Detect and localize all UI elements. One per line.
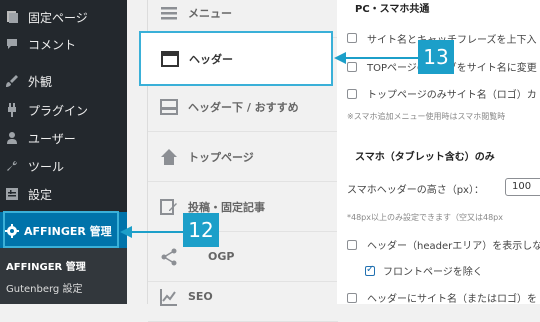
sidebar-item-users[interactable]: ユーザー: [0, 125, 127, 151]
tab-label: メニュー: [188, 6, 232, 20]
checkbox-front-exclude[interactable]: [365, 264, 375, 276]
callout-12-number: 12: [188, 218, 214, 242]
callout-13-arrow-head: [334, 52, 346, 64]
appearance-icon: [5, 74, 19, 88]
sidebar-item-comments[interactable]: コメント: [0, 31, 127, 57]
pages-icon: [5, 10, 19, 24]
tab-label: SEO: [188, 290, 213, 303]
section-title-pc: PC・スマホ共通: [355, 4, 430, 15]
wp-admin-sidebar: 固定ページ コメント 外観 プラグイン ユーザー ツール 設定 AFFINGER…: [0, 0, 127, 304]
header-icon: [161, 50, 179, 68]
sidebar-item-tools[interactable]: ツール: [0, 153, 127, 179]
callout-12-arrow-line: [131, 231, 183, 233]
sidebar-item-plugins[interactable]: プラグイン: [0, 97, 127, 123]
sidebar-item-label: プラグイン: [28, 103, 89, 118]
header-below-icon: [160, 98, 178, 116]
header-height-label: スマホヘッダーの高さ（px）：: [347, 185, 484, 196]
users-icon: [5, 131, 19, 145]
highlight-box: [3, 211, 119, 248]
checkbox-header-sitename[interactable]: [347, 293, 357, 303]
sidebar-item-label: 固定ページ: [28, 10, 88, 25]
callout-12-arrow-head: [120, 226, 132, 238]
tab-seo[interactable]: SEO: [148, 272, 338, 322]
callout-13: 13: [418, 40, 454, 74]
checkbox-top-sitename-tag[interactable]: [347, 62, 357, 72]
sidebar-item-appearance[interactable]: 外観: [0, 68, 127, 94]
settings-icon: [5, 187, 19, 201]
checkbox-top-only-sitename[interactable]: [347, 89, 357, 99]
sidebar-item-pages[interactable]: 固定ページ: [0, 4, 127, 30]
tools-icon: [5, 159, 19, 173]
tab-header-below[interactable]: ヘッダー下 / おすすめ: [148, 82, 338, 132]
tab-label: トップページ: [188, 150, 254, 164]
tab-header[interactable]: ヘッダー: [139, 31, 333, 86]
sidebar-item-label: 外観: [28, 74, 53, 89]
sidebar-item-label: ツール: [28, 159, 65, 174]
menu-icon: [160, 4, 178, 22]
tab-label: OGP: [208, 250, 235, 263]
tab-top-page[interactable]: トップページ: [148, 132, 338, 182]
comments-icon: [5, 37, 19, 51]
checkbox-sitename-vertical[interactable]: [347, 33, 357, 43]
sidebar-item-settings[interactable]: 設定: [0, 181, 127, 207]
note-48px: *48px以上のみ設定できます（空又は48px: [347, 213, 503, 222]
tab-label: ヘッダー下 / おすすめ: [188, 100, 299, 114]
sidebar-item-label: ユーザー: [28, 131, 76, 146]
plugins-icon: [5, 103, 19, 117]
submenu-item-gutenberg[interactable]: Gutenberg 設定: [6, 280, 82, 295]
chart-icon: [160, 288, 178, 306]
option-label: ヘッダーにサイト名（またはロゴ）を: [367, 294, 537, 304]
submenu-item-affinger[interactable]: AFFINGER 管理: [6, 258, 86, 273]
home-icon: [160, 148, 178, 166]
note-smartphone-menu: ※スマホ追加メニュー使用時はスマホ閲覧時: [347, 112, 506, 121]
sidebar-item-label: コメント: [28, 37, 77, 52]
checkbox-header-hide[interactable]: [347, 240, 357, 250]
callout-13-number: 13: [423, 45, 449, 69]
section-title-sp: スマホ（タブレット含む）のみ: [355, 152, 495, 163]
option-label: ヘッダー（headerエリア）を表示しな: [367, 241, 540, 252]
tab-label: ヘッダー: [189, 52, 233, 66]
sidebar-item-label: 設定: [28, 187, 53, 202]
tab-posts[interactable]: 投稿・固定記事: [148, 182, 338, 232]
share-icon: [160, 248, 178, 266]
sidebar-submenu: AFFINGER 管理 Gutenberg 設定: [0, 248, 127, 304]
header-height-value: 100: [512, 181, 532, 192]
edit-icon: [160, 198, 178, 216]
callout-13-arrow-line: [346, 57, 418, 59]
callout-12: 12: [183, 213, 219, 247]
header-height-input[interactable]: 100: [505, 178, 540, 196]
option-label: フロントページを除く: [383, 267, 483, 278]
option-label: トップページのみサイト名（ロゴ）カ: [367, 90, 537, 101]
